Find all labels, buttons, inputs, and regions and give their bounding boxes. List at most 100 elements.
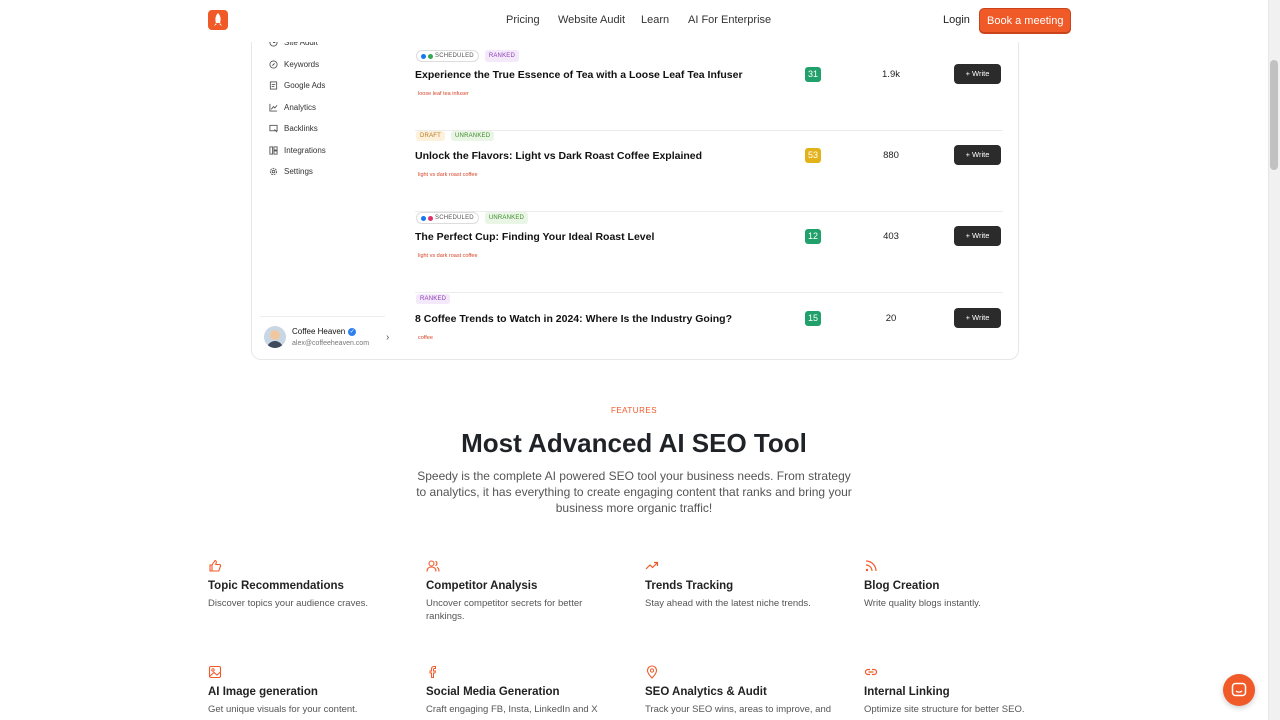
feature-title: Blog Creation xyxy=(864,580,940,592)
write-button[interactable]: + Write xyxy=(954,64,1001,84)
nav-link-learn[interactable]: Learn xyxy=(641,14,669,26)
search-volume: 1.9k xyxy=(882,69,900,80)
search-volume: 880 xyxy=(883,150,899,161)
seo-score-badge: 53 xyxy=(805,148,821,163)
feature-title: Internal Linking xyxy=(864,686,950,698)
write-button[interactable]: + Write xyxy=(954,145,1001,165)
feature-title: AI Image generation xyxy=(208,686,318,698)
sidebar-item-keywords[interactable]: Keywords xyxy=(269,60,319,69)
feature-desc: Write quality blogs instantly. xyxy=(864,598,981,609)
sidebar-item-backlinks[interactable]: Backlinks xyxy=(269,124,318,133)
trending-up-icon xyxy=(645,561,659,570)
integrations-icon xyxy=(269,146,278,155)
chart-line-icon xyxy=(269,103,278,112)
backlink-icon xyxy=(269,124,278,133)
sidebar-divider xyxy=(260,316,385,317)
rocket-icon xyxy=(214,13,222,26)
page-scrollbar[interactable] xyxy=(1268,0,1280,720)
link-icon xyxy=(864,668,878,676)
status-badge: Unranked xyxy=(451,131,495,141)
article-keyword: loose leaf tea infuser xyxy=(418,91,469,97)
article-badges: Draft Unranked xyxy=(416,131,495,141)
feature-title: Trends Tracking xyxy=(645,580,734,592)
article-title: Unlock the Flavors: Light vs Dark Roast … xyxy=(415,150,703,162)
feature-desc: Optimize site structure for better SEO. xyxy=(864,704,1025,715)
features-title: Most Advanced AI SEO Tool xyxy=(461,428,807,458)
users-icon xyxy=(426,560,440,572)
badge-label: Ranked xyxy=(488,53,516,59)
sidebar-item-settings[interactable]: Settings xyxy=(269,167,313,176)
chat-launcher-button[interactable] xyxy=(1223,674,1255,706)
feature-desc: Track your SEO wins, areas to improve, a… xyxy=(645,704,832,715)
search-volume: 403 xyxy=(883,231,899,242)
status-badge: Ranked xyxy=(484,50,520,62)
social-platform-icon xyxy=(428,215,433,221)
article-row[interactable]: Scheduled Ranked Experience the True Essen… xyxy=(415,50,1003,131)
sidebar-item-integrations[interactable]: Integrations xyxy=(269,146,326,155)
features-description: Speedy is the complete AI powered SEO to… xyxy=(416,469,852,515)
feature-title: Competitor Analysis xyxy=(426,580,538,592)
write-button-label: Write xyxy=(972,69,990,78)
rss-icon xyxy=(865,560,877,572)
feature-desc: Craft engaging FB, Insta, LinkedIn and X xyxy=(426,704,598,715)
profile-email: alex@coffeeheaven.com xyxy=(292,340,370,347)
badge-label: Scheduled xyxy=(435,53,474,59)
write-button-label: Write xyxy=(972,231,990,240)
article-badges: Ranked xyxy=(416,294,451,304)
badge-label: Ranked xyxy=(420,296,447,302)
chat-icon xyxy=(1231,682,1247,697)
sidebar-item-label: Google Ads xyxy=(284,81,326,90)
avatar xyxy=(264,326,286,348)
logo[interactable] xyxy=(208,10,228,30)
nav-link-ai-enterprise[interactable]: AI For Enterprise xyxy=(688,14,771,26)
facebook-icon xyxy=(429,666,437,678)
article-title: 8 Coffee Trends to Watch in 2024: Where … xyxy=(415,313,732,325)
nav-link-website-audit[interactable]: Website Audit xyxy=(558,14,625,26)
map-pin-icon xyxy=(646,665,658,679)
nav-link-pricing[interactable]: Pricing xyxy=(506,14,540,26)
feature-desc: Uncover competitor secrets for better ra… xyxy=(426,598,583,622)
feature-desc: Discover topics your audience craves. xyxy=(208,598,368,609)
write-button[interactable]: + Write xyxy=(954,308,1001,328)
article-title: The Perfect Cup: Finding Your Ideal Roas… xyxy=(415,231,655,243)
article-row[interactable]: Draft Unranked Unlock the Flavors: Light v… xyxy=(415,131,1003,212)
seo-score-badge: 15 xyxy=(805,311,821,326)
seo-score-badge: 31 xyxy=(805,67,821,82)
sidebar-item-analytics[interactable]: Analytics xyxy=(269,103,316,112)
dashboard-preview: Site Audit Keywords Google Ads Analytics… xyxy=(251,0,1019,360)
thumbs-up-icon xyxy=(209,559,222,572)
status-badge: Scheduled xyxy=(416,212,479,224)
sidebar-item-label: Keywords xyxy=(284,60,320,69)
gear-icon xyxy=(269,167,278,176)
write-button-label: Write xyxy=(972,150,990,159)
article-badges: Scheduled Ranked xyxy=(416,50,520,62)
chevron-right-icon[interactable]: › xyxy=(386,332,389,343)
sidebar-item-label: Integrations xyxy=(284,146,326,155)
sidebar-item-label: Backlinks xyxy=(284,124,318,133)
article-row[interactable]: Ranked 8 Coffee Trends to Watch in 2024: … xyxy=(415,294,1003,375)
article-title: Experience the True Essence of Tea with … xyxy=(415,69,743,81)
book-meeting-button[interactable]: Book a meeting xyxy=(979,8,1072,33)
feature-desc: Stay ahead with the latest niche trends. xyxy=(645,598,811,609)
write-button[interactable]: + Write xyxy=(954,226,1001,246)
features-tag: FEATURES xyxy=(610,406,658,415)
profile-name: Coffee Heaven xyxy=(292,327,346,336)
badge-label: Unranked xyxy=(455,133,491,139)
scrollbar-thumb[interactable] xyxy=(1270,60,1278,170)
social-facebook-icon xyxy=(421,53,426,59)
feature-title: Social Media Generation xyxy=(426,686,560,698)
article-badges: Scheduled Unranked xyxy=(416,212,529,224)
status-badge: Draft xyxy=(416,131,445,141)
status-badge: Ranked xyxy=(416,294,451,304)
article-row[interactable]: Scheduled Unranked The Perfect Cup: Findin… xyxy=(415,212,1003,293)
login-link[interactable]: Login xyxy=(943,14,970,26)
sidebar-item-label: Settings xyxy=(284,167,313,176)
image-icon xyxy=(208,665,222,679)
feature-desc: Get unique visuals for your content. xyxy=(208,704,358,715)
badge-label: Unranked xyxy=(488,215,525,221)
user-profile[interactable]: Coffee Heaven ✓ alex@coffeeheaven.com › xyxy=(264,326,389,348)
sidebar-item-google-ads[interactable]: Google Ads xyxy=(269,81,325,90)
status-badge: Unranked xyxy=(484,212,529,224)
feature-title: Topic Recommendations xyxy=(208,580,344,592)
seo-score-badge: 12 xyxy=(805,229,821,244)
